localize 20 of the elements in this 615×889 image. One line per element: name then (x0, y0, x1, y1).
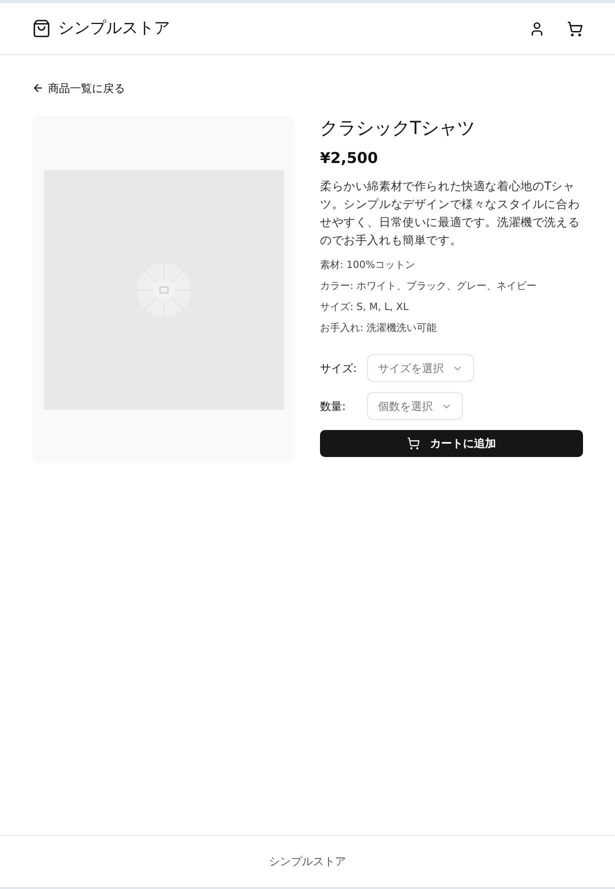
spec-text: カラー: ホワイト、ブラック、グレー、ネイビー (320, 280, 538, 294)
user-icon[interactable] (529, 20, 545, 36)
product-description: 柔らかい綿素材で作られた快適な着心地のTシャツ。シンプルなデザインで様々なスタイルに合わせやすく、日常使いに最適です。洗濯機で洗えるのでお手入れも簡単です。 (320, 178, 581, 249)
arrow-left-icon (32, 82, 44, 94)
spec-text: お手入れ: 洗濯機洗い可能 (320, 322, 438, 336)
product-title: クラシックTシャツ (320, 117, 476, 140)
store-name: シンプルストア (58, 18, 170, 39)
footer-text: シンプルストア (269, 854, 346, 869)
spec-text: 素材: 100%コットン (320, 259, 416, 273)
option-select[interactable]: 個数を選択 (367, 392, 463, 420)
option-label: サイズ: (320, 360, 358, 376)
cart-icon[interactable] (567, 20, 583, 36)
spec-text: サイズ: S, M, L, XL (320, 301, 410, 315)
option-label: 数量: (320, 398, 347, 414)
option-select[interactable]: サイズを選択 (367, 354, 474, 382)
product-price: ¥2,500 (320, 149, 379, 167)
back-link[interactable]: 商品一覧に戻る (32, 80, 125, 96)
cart-icon (407, 437, 420, 450)
add-to-cart-button[interactable]: カートに追加 (320, 430, 583, 457)
shopping-bag-icon (32, 19, 51, 38)
